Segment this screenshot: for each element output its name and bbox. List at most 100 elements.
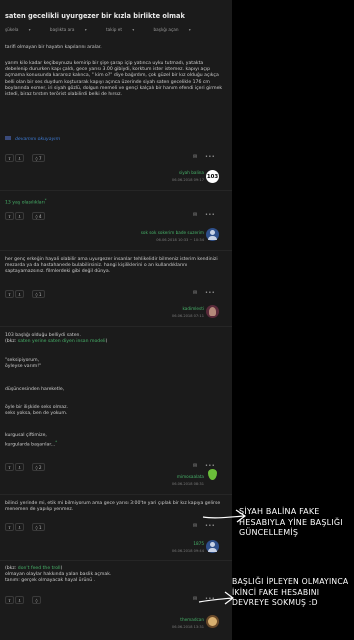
annotation-panel [232, 0, 354, 640]
entry-text-2: 13 yaş olasılıkları* [5, 198, 47, 206]
user-silhouette-icon [210, 230, 215, 235]
entry-text-4e: kurgusal çiftimize, kurgularda başarılar… [5, 433, 227, 449]
favorite-button[interactable]: ◊ 4 [32, 212, 45, 220]
thumbs-down-icon[interactable]: ⇩ [15, 523, 24, 531]
entry-date[interactable]: 06.06.2018 09:44 [172, 549, 204, 553]
thumbs-up-icon[interactable]: ⇧ [5, 212, 14, 220]
chevron-down-icon: ▾ [84, 28, 87, 32]
entry-paragraph: tarifi olmayan bir hayatın kapılarını ar… [5, 45, 102, 50]
favorite-button[interactable]: ◊ [32, 596, 41, 604]
thumbs-down-icon[interactable]: ⇩ [15, 212, 24, 220]
avatar[interactable] [206, 228, 219, 241]
entry-author[interactable]: 1875 [193, 541, 204, 546]
entry-author[interactable]: sok sok sokerim bade suzerim [141, 230, 204, 235]
nav-sukela[interactable]: şükela ▾ [5, 27, 40, 32]
avatar[interactable] [206, 540, 219, 553]
entry-text-4: 103 başlığı olduğu belliydi saten. (bkz:… [5, 333, 227, 345]
annotation-2: BAŞLIĞI İPLEYEN OLMAYINCA İKİNCİ FAKE HE… [232, 577, 349, 607]
drop-icon: ◊ [35, 524, 38, 530]
entry-date[interactable]: 06.06.2018 08:31 [172, 482, 204, 486]
nav-topic-opener[interactable]: başlığı açan ▾ [154, 27, 200, 32]
bkz-link[interactable]: 13 yaş olasılıkları [5, 201, 45, 206]
user-body-icon [208, 548, 217, 552]
entry-date[interactable]: 06.06.2018 13:31 [172, 625, 204, 629]
entry-paragraph: seks yoksa, ben de yokum. [5, 411, 68, 417]
user-silhouette-icon [210, 542, 215, 547]
avatar[interactable] [206, 305, 219, 318]
favorite-button[interactable]: ◊ 1 [32, 523, 45, 531]
divider [0, 326, 232, 327]
entry-author[interactable]: siyah balina [179, 170, 204, 175]
more-icon[interactable]: ••• [205, 290, 215, 296]
thumbs-up-icon[interactable]: ⇧ [5, 596, 14, 604]
share-icon[interactable]: ✉ [193, 154, 198, 160]
divider [0, 250, 232, 251]
chevron-down-icon: ▾ [28, 28, 31, 32]
thumbs-down-icon[interactable]: ⇩ [15, 154, 24, 162]
bkz-line: (bkz: saten yerine saten diyen insan mod… [5, 339, 108, 345]
share-icon[interactable]: ✉ [193, 290, 198, 296]
entry-paragraph: yarım kilo kadar keçiboynuzu kemirip bir… [5, 61, 223, 98]
thumbs-up-icon[interactable]: ⇧ [5, 463, 14, 471]
drop-icon: ◊ [35, 213, 38, 219]
entry-author[interactable]: mimosaalata [177, 474, 204, 479]
entry-actions: ⇧ ⇩ ◊ 1 ✉ ••• [5, 290, 230, 299]
entry-author[interactable]: themadcan [180, 617, 204, 622]
bkz-link[interactable]: don't feed the troll [18, 566, 61, 571]
entry-text-6: (bkz: don't feed the troll) olmayan olay… [5, 566, 227, 585]
entry-paragraph: düşüncesinden hareketle, [5, 387, 65, 392]
avatar[interactable] [206, 615, 219, 628]
more-icon[interactable]: ••• [205, 154, 215, 160]
share-icon[interactable]: ✉ [193, 463, 198, 469]
drop-icon: ◊ [35, 291, 38, 297]
entry-paragraph: öyleyse varım!" [5, 364, 42, 370]
avatar[interactable]: 103 [206, 170, 219, 183]
entry-date[interactable]: 06.06.2018 09:17 [172, 178, 204, 182]
entry-text-1b: yarım kilo kadar keçiboynuzu kemirip bir… [5, 61, 227, 98]
entry-actions: ⇧ ⇩ ◊ 7 ✉ ••• [5, 154, 230, 163]
annotation-1: SİYAH BALİNA FAKE HESABIYLA YİNE BAŞLIĞI… [239, 507, 343, 537]
entry-paragraph: bilinci yerinde mi, etik mi bilmiyorum a… [5, 501, 221, 513]
user-photo-icon [209, 307, 216, 316]
entry-date[interactable]: 06.06.2018 07:11 [172, 314, 204, 318]
divider [0, 190, 232, 191]
avatar[interactable] [206, 468, 219, 481]
chevron-down-icon: ▾ [188, 28, 191, 32]
page-title[interactable]: saten gecelikli uyurgezer bir kızla birl… [5, 12, 230, 20]
entry-text-5: bilinci yerinde mi, etik mi bilmiyorum a… [5, 501, 227, 513]
entry-paragraph: tanım: gerçek olmayacak hayal ürünü . [5, 578, 96, 584]
thumbs-up-icon[interactable]: ⇧ [5, 523, 14, 531]
chevron-down-icon: ▾ [132, 28, 135, 32]
bkz-link[interactable]: saten yerine saten diyen insan modeli [18, 339, 106, 344]
favorite-button[interactable]: ◊ 2 [32, 463, 45, 471]
entry-actions: ⇧ ⇩ ◊ 4 ✉ ••• [5, 212, 230, 221]
topic-toolbar: şükela ▾ başlıkta ara ▾ takip et ▾ başlı… [5, 27, 230, 32]
drop-icon: ◊ [35, 464, 38, 470]
face-icon [208, 617, 217, 626]
thumbs-down-icon[interactable]: ⇩ [15, 463, 24, 471]
drop-logo-icon [208, 469, 217, 480]
nav-search-topic[interactable]: başlıkta ara ▾ [50, 27, 96, 32]
read-more-link[interactable]: devamını okuyayım [5, 136, 227, 143]
favorite-button[interactable]: ◊ 1 [32, 290, 45, 298]
more-icon[interactable]: ••• [205, 212, 215, 218]
drop-icon: ◊ [35, 597, 38, 603]
divider [0, 494, 232, 495]
entry-actions: ⇧ ⇩ ◊ 2 ✉ ••• [5, 463, 230, 472]
entry-author[interactable]: kadimlesti [182, 306, 204, 311]
share-icon[interactable]: ✉ [193, 523, 198, 529]
entry-paragraph: kurgularda başarılar...* [5, 440, 57, 448]
entry-date[interactable]: 06.06.2018 10:33 ~ 10:34 [156, 238, 204, 242]
entry-text-3: her genç erkeğin hayali olabilir ama uyu… [5, 257, 227, 276]
thumbs-up-icon[interactable]: ⇧ [5, 290, 14, 298]
share-icon[interactable]: ✉ [193, 212, 198, 218]
nav-follow[interactable]: takip et ▾ [106, 27, 143, 32]
thumbs-down-icon[interactable]: ⇩ [15, 596, 24, 604]
page-content: saten gecelikli uyurgezer bir kızla birl… [0, 0, 232, 640]
thumbs-up-icon[interactable]: ⇧ [5, 154, 14, 162]
thumbs-down-icon[interactable]: ⇩ [15, 290, 24, 298]
favorite-button[interactable]: ◊ 7 [32, 154, 45, 162]
user-body-icon [208, 236, 217, 240]
drop-icon: ◊ [35, 155, 38, 161]
entry-text-1: tarifi olmayan bir hayatın kapılarını ar… [5, 45, 227, 51]
